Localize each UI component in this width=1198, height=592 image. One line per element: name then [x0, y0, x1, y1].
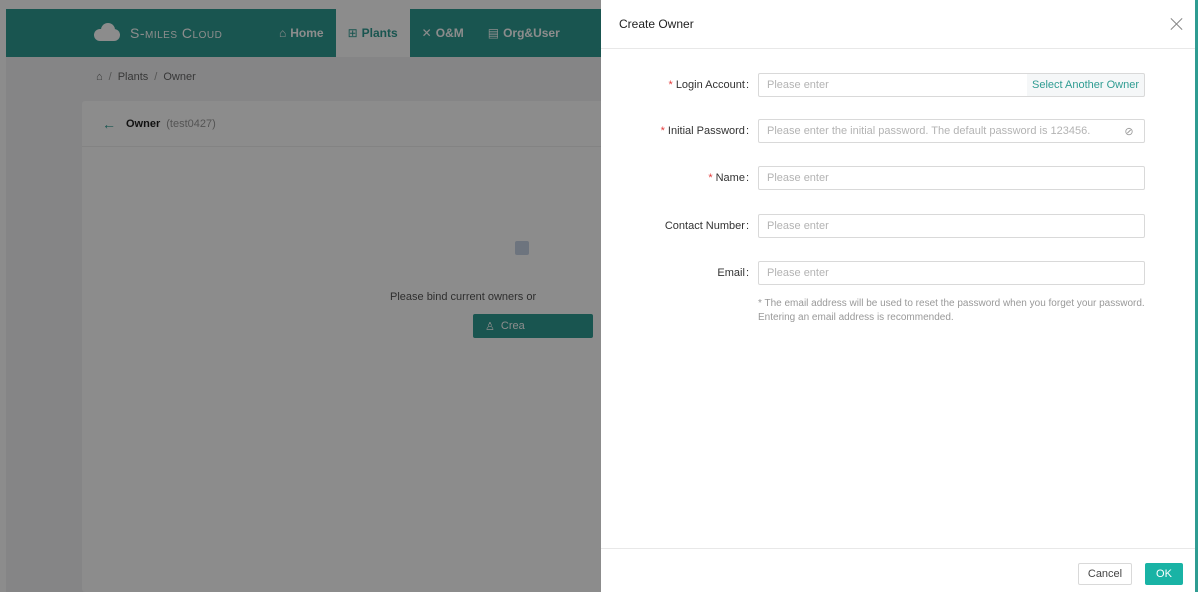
required-mark: *: [668, 79, 673, 91]
login-account-label: * Login Account:: [668, 79, 749, 91]
email-input[interactable]: [758, 261, 1145, 285]
drawer-footer: Cancel OK: [601, 548, 1198, 592]
login-account-input[interactable]: [758, 73, 1028, 97]
drawer-header: Create Owner: [601, 0, 1198, 49]
drawer-title: Create Owner: [619, 17, 694, 31]
initial-password-label: * Initial Password:: [660, 125, 749, 137]
eye-hidden-icon[interactable]: ⊘: [1123, 125, 1135, 138]
required-mark: *: [660, 125, 665, 137]
name-row: * Name:: [601, 165, 1198, 191]
name-input[interactable]: [758, 166, 1145, 190]
contact-number-row: Contact Number:: [601, 213, 1198, 239]
modal-mask[interactable]: [0, 0, 601, 592]
email-label: Email:: [717, 267, 749, 279]
contact-number-input[interactable]: [758, 214, 1145, 238]
initial-password-row: * Initial Password: ⊘: [601, 118, 1198, 144]
ok-button[interactable]: OK: [1145, 563, 1183, 585]
select-another-owner-button[interactable]: Select Another Owner: [1027, 73, 1145, 97]
cancel-button[interactable]: Cancel: [1078, 563, 1132, 585]
email-row: Email:: [601, 260, 1198, 286]
login-account-row: *Login Account: Select Another Owner: [601, 72, 1198, 98]
required-mark: *: [708, 172, 713, 184]
contact-number-label: Contact Number:: [664, 220, 749, 232]
initial-password-input[interactable]: [758, 119, 1145, 143]
email-hint: * The email address will be used to rese…: [758, 298, 1145, 323]
close-icon[interactable]: [1170, 17, 1184, 31]
name-label: * Name:: [708, 172, 749, 184]
create-owner-drawer: Create Owner *Login Account: Select Anot…: [601, 0, 1198, 592]
